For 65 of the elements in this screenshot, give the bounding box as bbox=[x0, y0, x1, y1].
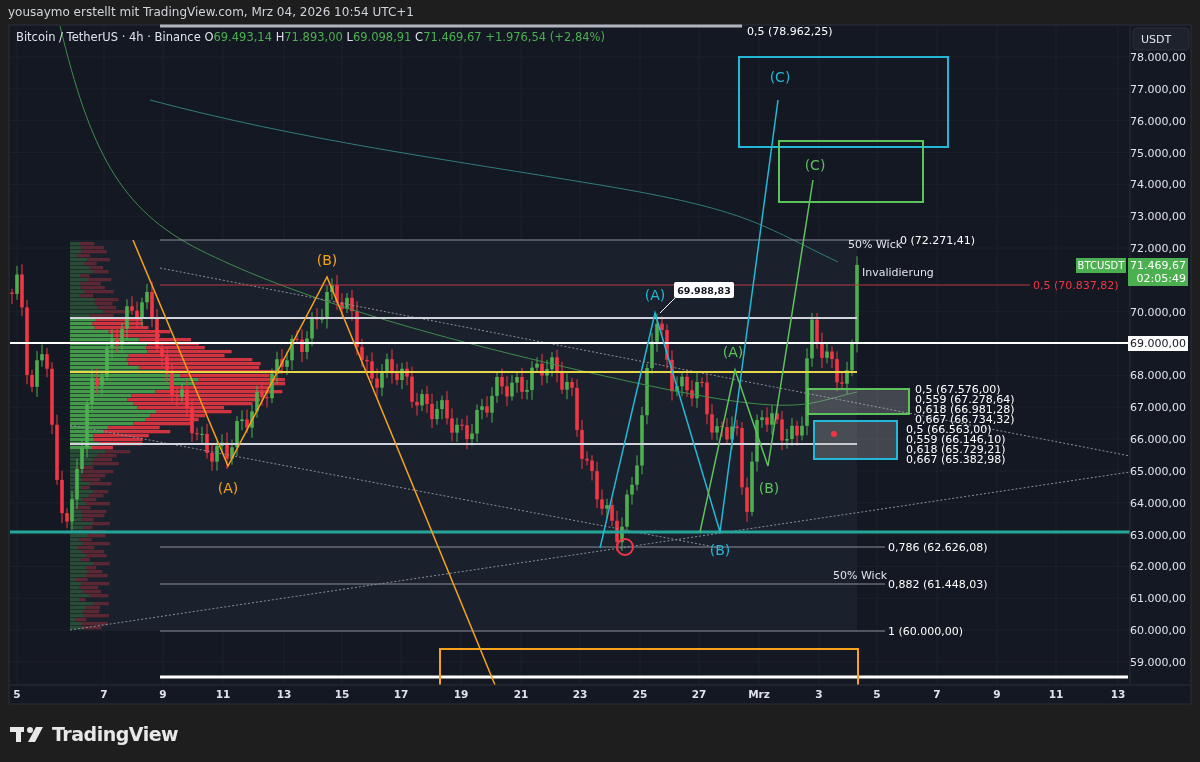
time-axis-label: 9 bbox=[159, 688, 167, 700]
price-axis-label: 78.000,00 bbox=[1130, 51, 1186, 64]
wave-label: (B) bbox=[316, 252, 338, 268]
fib-level-label: 0,882 (61.448,03) bbox=[888, 578, 988, 591]
chart-credit: yousaymo erstellt mit TradingView.com, Mrz 04, 2026 10:54 UTC+1 bbox=[8, 5, 414, 19]
dot-marker bbox=[831, 431, 837, 437]
fib-level-label: 0,5 (78.962,25) bbox=[747, 25, 833, 38]
time-axis-label: 3 bbox=[815, 688, 823, 700]
wave-label: (C) bbox=[804, 157, 826, 173]
time-axis-label: 7 bbox=[100, 688, 108, 700]
wave-label: (C) bbox=[769, 69, 791, 85]
price-axis-label: 65.000,00 bbox=[1130, 464, 1186, 478]
price-axis-label: 73.000,00 bbox=[1130, 210, 1186, 224]
time-axis-label: 21 bbox=[513, 688, 529, 700]
wave-label: (A) bbox=[644, 287, 666, 303]
wave-label: (A) bbox=[722, 344, 744, 360]
price-axis-label: 60.000,00 bbox=[1130, 624, 1186, 638]
wave-label: (B) bbox=[758, 480, 780, 496]
time-axis-label: 5 bbox=[873, 688, 881, 700]
price-callout: 69.988,83 bbox=[674, 282, 734, 298]
time-axis-label: 27 bbox=[691, 688, 707, 700]
price-axis-label: 74.000,00 bbox=[1130, 178, 1186, 192]
wave-label: (A) bbox=[217, 480, 239, 496]
currency-button[interactable]: USDT bbox=[1132, 27, 1190, 51]
time-axis-label: Mrz bbox=[748, 688, 770, 700]
price-axis-label: 72.000,00 bbox=[1130, 242, 1186, 256]
price-axis-label: 61.000,00 bbox=[1130, 592, 1186, 606]
note-label: 50% Wick bbox=[833, 569, 888, 582]
time-axis-label: 13 bbox=[1110, 688, 1126, 700]
fib-level-label: 1 (60.000,00) bbox=[888, 625, 964, 638]
fib-level-label: 0,786 (62.626,08) bbox=[888, 541, 988, 554]
price-axis-label: 66.000,00 bbox=[1130, 433, 1186, 447]
time-axis-label: 9 bbox=[993, 688, 1001, 700]
time-axis-label: 5 bbox=[13, 688, 21, 700]
price-line-label: 69.000,00 bbox=[1128, 336, 1188, 351]
time-axis-label: 23 bbox=[572, 688, 588, 700]
time-axis-label: 25 bbox=[632, 688, 648, 700]
time-axis-label: 15 bbox=[334, 688, 350, 700]
time-axis-label: 17 bbox=[393, 688, 409, 700]
price-axis-label: 62.000,00 bbox=[1130, 560, 1186, 574]
price-axis-label: 63.000,00 bbox=[1130, 528, 1186, 542]
time-axis-label: 11 bbox=[1048, 688, 1064, 700]
symbol-tag: BTCUSDT bbox=[1076, 258, 1126, 273]
fib-level-label: 0,5 (70.837,82) bbox=[1033, 279, 1119, 292]
price-axis-label: 70.000,00 bbox=[1130, 305, 1186, 319]
tradingview-logo-text: TradingView bbox=[52, 722, 179, 745]
time-axis-label: 19 bbox=[453, 688, 469, 700]
price-axis-label: 77.000,00 bbox=[1130, 82, 1186, 96]
ohlc-legend: Bitcoin / TetherUS · 4h · Binance O69.493,14 H71.893,00 L69.098,91 C71.469,67 +1.976,54 (+2,84%) bbox=[16, 30, 605, 44]
fib-level-label: 0,5 (66.563,00) bbox=[906, 423, 992, 436]
last-price-label: 71.469,67 02:05:49 bbox=[1128, 258, 1188, 286]
wave-label: (B) bbox=[709, 542, 731, 558]
time-axis-label: 13 bbox=[276, 688, 292, 700]
fib-level-label: 0,5 (67.576,00) bbox=[915, 383, 1001, 396]
price-axis-label: 59.000,00 bbox=[1130, 655, 1186, 669]
time-axis-label: 7 bbox=[933, 688, 941, 700]
price-axis-label: 64.000,00 bbox=[1130, 496, 1186, 510]
logo-icon bbox=[10, 724, 46, 743]
time-axis-label: 11 bbox=[215, 688, 231, 700]
price-axis-label: 75.000,00 bbox=[1130, 146, 1186, 160]
price-axis-label: 76.000,00 bbox=[1130, 114, 1186, 128]
circle-marker bbox=[616, 538, 634, 556]
price-axis-label: 67.000,00 bbox=[1130, 401, 1186, 415]
price-axis-label: 68.000,00 bbox=[1130, 369, 1186, 383]
note-label: Invalidierung bbox=[862, 266, 934, 279]
